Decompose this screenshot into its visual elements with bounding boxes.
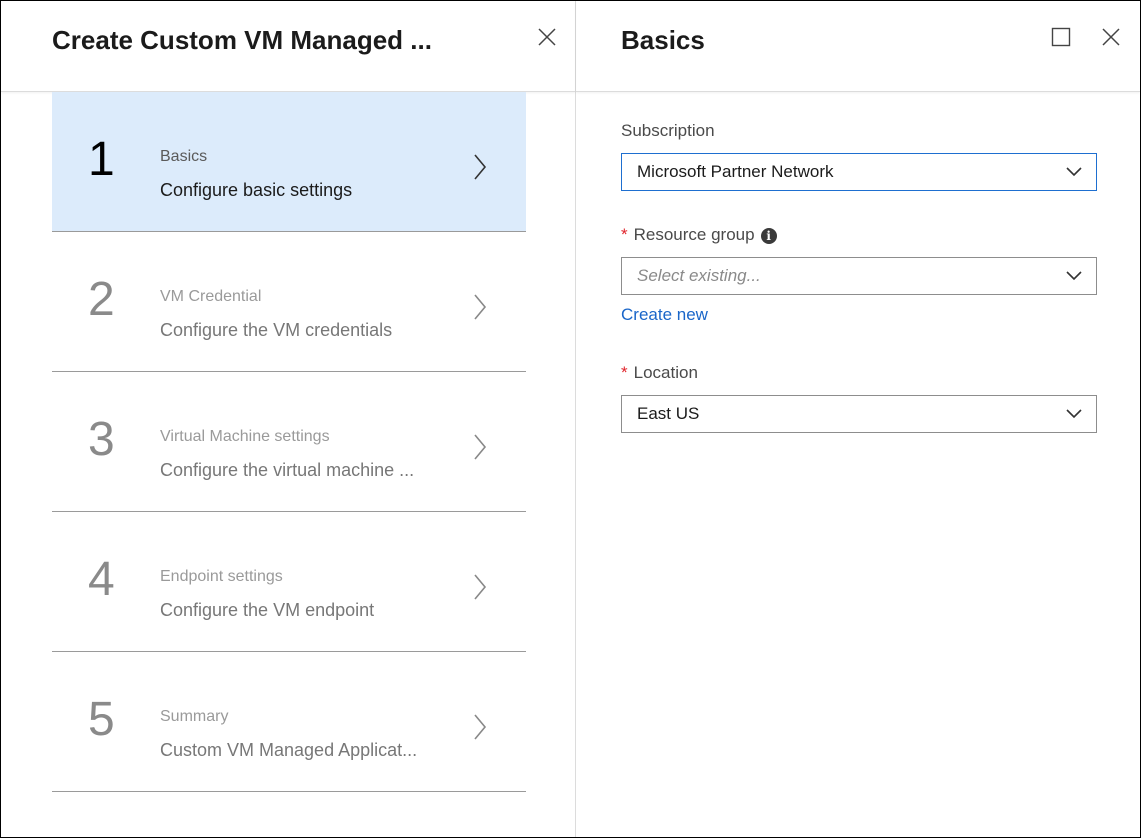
step-summary[interactable]: 5 Summary Custom VM Managed Applicat... <box>52 652 526 792</box>
resource-group-placeholder: Select existing... <box>637 266 761 285</box>
close-icon[interactable] <box>535 25 559 49</box>
basics-title: Basics <box>621 25 705 55</box>
wizard-title: Create Custom VM Managed ... <box>52 25 432 55</box>
info-icon[interactable]: i <box>760 227 777 244</box>
step-description: Configure the VM endpoint <box>160 600 375 620</box>
required-marker: * <box>621 225 628 244</box>
step-description: Configure the virtual machine ... <box>160 460 415 480</box>
chevron-right-icon <box>474 434 487 460</box>
wizard-blade: Create Custom VM Managed ... 1 Basics Co… <box>1 1 576 837</box>
chevron-down-icon <box>1066 409 1082 419</box>
chevron-down-icon <box>1066 271 1082 281</box>
close-icon[interactable] <box>1099 25 1123 49</box>
wizard-steps: 1 Basics Configure basic settings 2 VM C… <box>52 92 526 792</box>
basics-header: Basics <box>576 1 1140 92</box>
app-window: Create Custom VM Managed ... 1 Basics Co… <box>0 0 1141 838</box>
location-label-text: Location <box>633 363 698 382</box>
resource-group-label: * Resource group i <box>621 225 777 245</box>
resource-group-dropdown[interactable]: Select existing... <box>621 257 1097 295</box>
wizard-header: Create Custom VM Managed ... <box>1 1 575 92</box>
step-vm-credential[interactable]: 2 VM Credential Configure the VM credent… <box>52 232 526 372</box>
resource-group-label-text: Resource group <box>633 225 755 244</box>
step-basics[interactable]: 1 Basics Configure basic settings <box>52 92 526 232</box>
step-number: 5 <box>88 693 115 746</box>
create-new-link[interactable]: Create new <box>621 305 708 325</box>
step-description: Custom VM Managed Applicat... <box>160 740 418 760</box>
basics-blade: Basics Subscription Microsoft Partner Ne… <box>576 1 1140 837</box>
chevron-down-icon <box>1066 167 1082 177</box>
chevron-right-icon <box>474 574 487 600</box>
step-endpoint-settings[interactable]: 4 Endpoint settings Configure the VM end… <box>52 512 526 652</box>
step-number: 1 <box>88 133 115 186</box>
chevron-right-icon <box>474 154 487 180</box>
location-label: * Location <box>621 363 698 383</box>
location-dropdown[interactable]: East US <box>621 395 1097 433</box>
step-title: Endpoint settings <box>160 568 283 585</box>
step-title: Summary <box>160 708 229 725</box>
step-number: 2 <box>88 273 115 326</box>
required-marker: * <box>621 363 628 382</box>
step-virtual-machine-settings[interactable]: 3 Virtual Machine settings Configure the… <box>52 372 526 512</box>
step-number: 3 <box>88 413 115 466</box>
location-value: East US <box>637 404 700 423</box>
chevron-right-icon <box>474 294 487 320</box>
subscription-value: Microsoft Partner Network <box>637 162 834 181</box>
step-title: VM Credential <box>160 288 262 305</box>
maximize-icon[interactable] <box>1049 25 1073 49</box>
subscription-label: Subscription <box>621 121 715 140</box>
step-title: Basics <box>160 148 208 165</box>
subscription-dropdown[interactable]: Microsoft Partner Network <box>621 153 1097 191</box>
chevron-right-icon <box>474 714 487 740</box>
step-description: Configure the VM credentials <box>160 320 393 340</box>
step-number: 4 <box>88 553 115 606</box>
step-title: Virtual Machine settings <box>160 428 330 445</box>
step-description: Configure basic settings <box>160 180 353 200</box>
